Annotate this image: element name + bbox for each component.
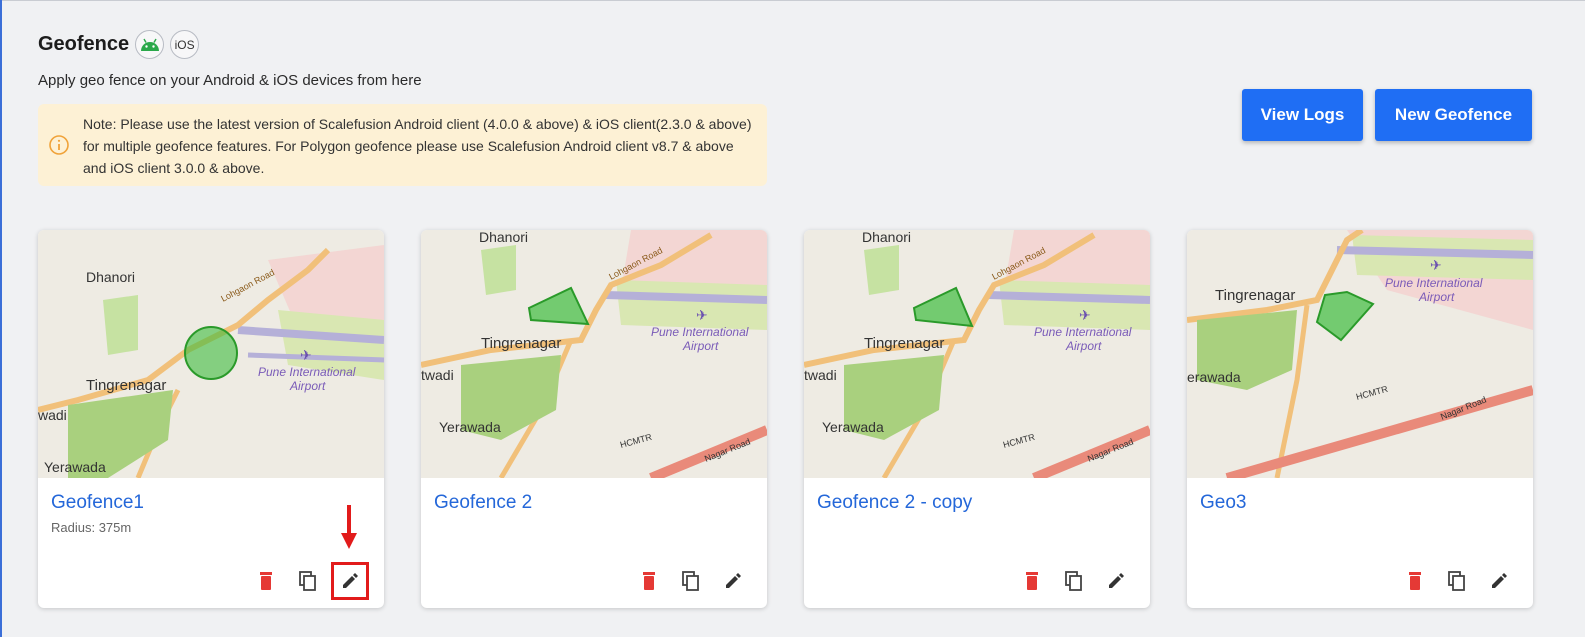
page-subtitle: Apply geo fence on your Android & iOS de…	[38, 72, 422, 89]
map-label: erawada	[1187, 369, 1241, 385]
map-label: Tingrenagar	[86, 377, 166, 394]
edit-button[interactable]	[1102, 567, 1130, 595]
map-label: Airport	[289, 379, 326, 393]
copy-button[interactable]	[677, 567, 705, 595]
delete-icon	[643, 572, 655, 590]
map-label: Dhanori	[86, 269, 135, 285]
geofence-name[interactable]: Geofence 2 - copy	[817, 492, 972, 514]
map-label: Dhanori	[862, 230, 911, 245]
edit-button[interactable]	[331, 562, 369, 600]
edit-button[interactable]	[719, 567, 747, 595]
map-label: Pune International	[1385, 276, 1483, 290]
android-icon	[140, 38, 159, 51]
map-label: Yerawada	[44, 459, 106, 475]
card-actions	[1018, 567, 1130, 595]
geofence-name[interactable]: Geofence1	[51, 492, 144, 514]
card-actions	[635, 567, 747, 595]
geofence-card[interactable]: Dhanori Tingrenagar wadi Yerawada Lohgao…	[38, 230, 384, 608]
map-label: Pune International	[1034, 325, 1132, 339]
map-label: Yerawada	[822, 419, 884, 435]
edit-icon	[1109, 573, 1124, 588]
edit-icon	[726, 573, 741, 588]
map-label: wadi	[38, 407, 67, 423]
geofence-map: Dhanori Tingrenagar twadi Yerawada Lohga…	[421, 230, 767, 478]
copy-icon	[682, 571, 699, 591]
geofence-card[interactable]: Tingrenagar erawada Pune International A…	[1187, 230, 1533, 608]
geofence-map: Dhanori Tingrenagar twadi Yerawada Lohga…	[804, 230, 1150, 478]
delete-button[interactable]	[1018, 567, 1046, 595]
view-logs-button[interactable]: View Logs	[1242, 89, 1363, 141]
map-label: Pune International	[258, 365, 356, 379]
top-border	[0, 0, 1585, 1]
edit-button[interactable]	[1485, 567, 1513, 595]
copy-icon	[299, 571, 316, 591]
new-geofence-button[interactable]: New Geofence	[1375, 89, 1532, 141]
page-title: Geofence	[38, 33, 130, 55]
map-label: Airport	[1065, 339, 1102, 353]
delete-icon	[1409, 572, 1421, 590]
map-label: twadi	[804, 367, 837, 383]
map-label: Yerawada	[439, 419, 501, 435]
delete-icon	[1026, 572, 1038, 590]
map-label: twadi	[421, 367, 454, 383]
delete-icon	[260, 572, 272, 590]
annotation-arrow-icon	[341, 505, 357, 549]
map-label: Airport	[1418, 290, 1455, 304]
card-actions	[252, 562, 369, 600]
geofence-card[interactable]: Dhanori Tingrenagar twadi Yerawada Lohga…	[804, 230, 1150, 608]
ios-badge: iOS	[170, 30, 200, 59]
page-header: Geofence iOS	[38, 30, 200, 59]
card-actions	[1401, 567, 1513, 595]
map-label: Tingrenagar	[1215, 287, 1295, 304]
delete-button[interactable]	[635, 567, 663, 595]
map-label: Airport	[682, 339, 719, 353]
delete-button[interactable]	[1401, 567, 1429, 595]
geofence-map: Dhanori Tingrenagar wadi Yerawada Lohgao…	[38, 230, 384, 478]
airport-icon: ✈	[1079, 307, 1091, 323]
note-text: Note: Please use the latest version of S…	[83, 116, 752, 176]
map-label: Tingrenagar	[864, 335, 944, 352]
map-label: Dhanori	[479, 230, 528, 245]
airport-icon: ✈	[696, 307, 708, 323]
geofence-card[interactable]: Dhanori Tingrenagar twadi Yerawada Lohga…	[421, 230, 767, 608]
copy-button[interactable]	[1060, 567, 1088, 595]
edit-icon	[343, 573, 358, 588]
copy-button[interactable]	[1443, 567, 1471, 595]
geofence-name[interactable]: Geofence 2	[434, 492, 532, 514]
airport-icon: ✈	[300, 347, 312, 363]
copy-icon	[1065, 571, 1082, 591]
edit-icon	[1492, 573, 1507, 588]
geofence-radius: Radius: 375m	[51, 520, 132, 535]
info-icon	[49, 135, 69, 155]
version-note: Note: Please use the latest version of S…	[38, 104, 767, 186]
geofence-name[interactable]: Geo3	[1200, 492, 1246, 514]
copy-icon	[1448, 571, 1465, 591]
delete-button[interactable]	[252, 567, 280, 595]
copy-button[interactable]	[294, 567, 322, 595]
map-label: Pune International	[651, 325, 749, 339]
geofence-map: Tingrenagar erawada Pune International A…	[1187, 230, 1533, 478]
left-accent-border	[0, 0, 2, 637]
airport-icon: ✈	[1430, 257, 1442, 273]
map-label: Tingrenagar	[481, 335, 561, 352]
android-badge	[135, 30, 165, 59]
